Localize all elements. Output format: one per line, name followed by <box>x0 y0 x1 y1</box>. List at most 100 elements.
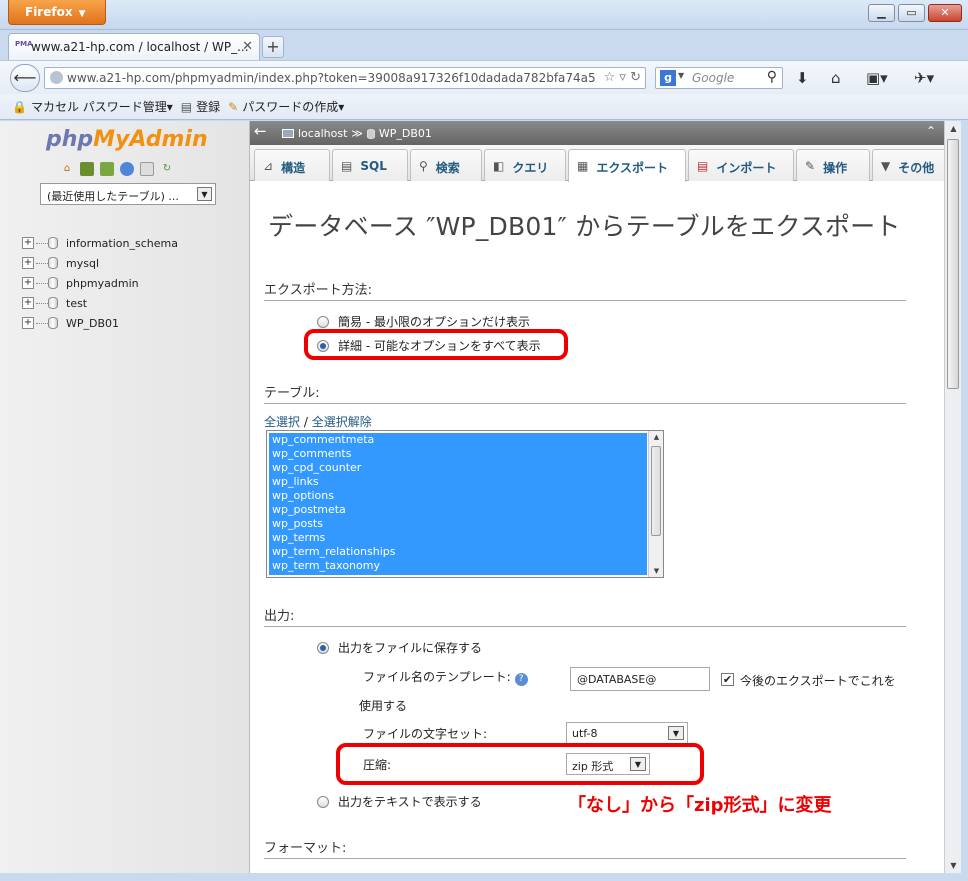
expand-icon[interactable]: + <box>22 237 34 249</box>
tab-export[interactable]: ▦ エクスポート <box>568 149 686 182</box>
scroll-up-icon[interactable]: ▲ <box>945 124 962 133</box>
search-icon[interactable]: ⚲ <box>767 69 777 85</box>
db-item[interactable]: + phpmyadmin <box>22 273 178 293</box>
expand-icon[interactable]: + <box>22 277 34 289</box>
radio-button-selected[interactable] <box>317 641 329 654</box>
new-tab-button[interactable]: + <box>262 36 284 58</box>
filename-template-input[interactable]: @DATABASE@ <box>570 667 710 691</box>
scroll-up-icon[interactable]: ▲ <box>649 433 664 441</box>
table-option[interactable]: wp_options <box>269 489 647 503</box>
page-scrollbar[interactable]: ▲ ▼ <box>944 121 961 873</box>
home-icon[interactable]: ⌂ <box>60 162 74 176</box>
db-item[interactable]: + information_schema <box>22 233 178 253</box>
table-option[interactable]: wp_commentmeta <box>269 433 647 447</box>
breadcrumb-server[interactable]: localhost <box>298 127 347 140</box>
table-option[interactable]: wp_terms <box>269 531 647 545</box>
tab-search[interactable]: ⚲ 検索 <box>410 149 482 181</box>
db-item[interactable]: + mysql <box>22 253 178 273</box>
home-icon[interactable]: ⌂ <box>831 69 841 87</box>
db-item[interactable]: + test <box>22 293 178 313</box>
browser-tab[interactable]: PMA www.a21-hp.com / localhost / WP_... … <box>8 33 260 60</box>
scroll-thumb[interactable] <box>947 139 959 389</box>
radio-save-to-file[interactable]: 出力をファイルに保存する <box>317 639 482 656</box>
arrow-left-icon[interactable]: ← <box>254 122 267 140</box>
query-window-icon[interactable] <box>100 162 114 176</box>
search-bar[interactable]: g ▼ Google ⚲ <box>655 67 783 89</box>
database-icon <box>36 237 58 249</box>
search-engine-dropdown-icon[interactable]: ▼ <box>678 71 684 80</box>
tab-structure[interactable]: ⊿ 構造 <box>254 149 330 181</box>
maximize-button[interactable]: ▭ <box>898 4 925 22</box>
page-title: データベース ″WP_DB01″ からテーブルをエクスポート <box>268 212 901 241</box>
bookmark-create-password[interactable]: ✎ パスワードの作成▾ <box>228 98 344 115</box>
wand-icon: ✎ <box>228 99 239 114</box>
tab-operations[interactable]: ✎ 操作 <box>796 149 870 181</box>
close-tab-icon[interactable]: ✕ <box>242 39 253 54</box>
table-option[interactable]: wp_postmeta <box>269 503 647 517</box>
unselect-all-link[interactable]: 全選択解除 <box>312 415 372 429</box>
scroll-down-icon[interactable]: ▼ <box>945 861 962 870</box>
table-option[interactable]: wp_term_taxonomy <box>269 559 647 573</box>
tables-listbox[interactable]: wp_commentmeta wp_comments wp_cpd_counte… <box>266 430 664 578</box>
firefox-menu-button[interactable]: Firefox ▼ <box>8 0 106 25</box>
phpmyadmin-logo[interactable]: phpMyAdmin <box>46 127 208 152</box>
tab-query[interactable]: ◧ クエリ <box>484 149 566 181</box>
breadcrumb-database[interactable]: WP_DB01 <box>379 127 432 140</box>
bookmark-password-manager[interactable]: 🔒 マカセル パスワード管理▾ <box>12 98 173 115</box>
recent-tables-select[interactable]: (最近使用したテーブル) ... ▼ <box>40 183 216 205</box>
docs-icon[interactable] <box>140 162 154 176</box>
bookmarks-menu-icon[interactable]: ▣▾ <box>866 69 888 87</box>
table-option[interactable]: wp_cpd_counter <box>269 461 647 475</box>
query-icon: ◧ <box>493 159 505 173</box>
scroll-down-icon[interactable]: ▼ <box>649 567 664 575</box>
radio-button[interactable] <box>317 315 329 328</box>
table-option[interactable]: wp_term_relationships <box>269 545 647 559</box>
table-option[interactable]: wp_comments <box>269 447 647 461</box>
radio-view-as-text[interactable]: 出力をテキストで表示する <box>317 793 482 810</box>
expand-icon[interactable]: + <box>22 257 34 269</box>
remember-template-label-cont: 使用する <box>359 699 408 713</box>
addon-icon[interactable]: ✈▾ <box>914 69 934 87</box>
chevron-down-icon: ▼ <box>78 9 86 19</box>
bookmark-register[interactable]: ▤ 登録 <box>181 98 220 115</box>
radio-button[interactable] <box>317 795 329 808</box>
help-icon[interactable] <box>120 162 134 176</box>
download-icon[interactable]: ⬇ <box>796 69 809 87</box>
tab-import[interactable]: ▤ インポート <box>688 149 794 181</box>
link-separator: / <box>303 415 308 429</box>
annotation-text: 「なし」から「zip形式」に変更 <box>568 795 832 816</box>
bookmark-star-icon[interactable]: ☆ <box>604 70 616 85</box>
bookmarks-toolbar: 🔒 マカセル パスワード管理▾ ▤ 登録 ✎ パスワードの作成▾ <box>0 94 968 120</box>
back-button[interactable]: ⟵ <box>10 64 40 92</box>
refresh-icon[interactable]: ↻ <box>160 162 174 176</box>
tab-more[interactable]: ▼ その他 <box>872 149 944 181</box>
search-placeholder: Google <box>692 71 735 85</box>
expand-icon[interactable]: + <box>22 297 34 309</box>
output-heading: 出力: <box>264 605 906 627</box>
url-bar[interactable]: www.a21-hp.com/phpmyadmin/index.php?toke… <box>44 67 646 89</box>
remember-template-checkbox[interactable]: ✔ <box>721 673 734 686</box>
expand-icon[interactable]: + <box>22 317 34 329</box>
url-text: www.a21-hp.com/phpmyadmin/index.php?toke… <box>67 71 596 85</box>
tab-sql[interactable]: ▤ SQL <box>332 149 408 181</box>
scroll-thumb[interactable] <box>651 446 661 536</box>
sql-icon: ▤ <box>341 159 353 173</box>
table-option[interactable]: wp_links <box>269 475 647 489</box>
listbox-scrollbar[interactable]: ▲ ▼ <box>648 431 663 577</box>
table-option[interactable]: wp_posts <box>269 517 647 531</box>
charset-select[interactable]: utf-8 ▼ <box>566 722 688 744</box>
history-dropdown-icon[interactable]: ▿ <box>619 70 626 85</box>
logout-icon[interactable] <box>80 162 94 176</box>
db-item[interactable]: + WP_DB01 <box>22 313 178 333</box>
register-icon: ▤ <box>180 99 193 114</box>
radio-export-quick[interactable]: 簡易 - 最小限のオプションだけ表示 <box>317 313 530 330</box>
select-all-link[interactable]: 全選択 <box>264 415 300 429</box>
export-icon: ▦ <box>577 159 589 173</box>
window-titlebar: Firefox ▼ ▁ ▭ ✕ <box>0 0 968 30</box>
reload-icon[interactable]: ↻ <box>630 70 641 85</box>
database-icon <box>36 277 58 289</box>
help-icon[interactable]: ? <box>514 673 528 686</box>
close-window-button[interactable]: ✕ <box>928 4 962 22</box>
minimize-button[interactable]: ▁ <box>868 4 895 22</box>
collapse-icon[interactable]: ⌃ <box>926 124 936 138</box>
